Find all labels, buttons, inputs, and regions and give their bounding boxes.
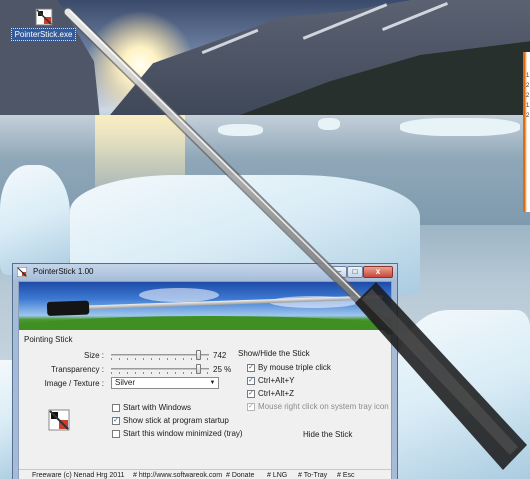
transparency-slider[interactable] bbox=[111, 364, 209, 374]
window-client-area: Pointing Stick Size : 742 Transparency :… bbox=[18, 281, 392, 479]
ctrl-alt-y-checkbox[interactable]: ✓ Ctrl+Alt+Y bbox=[247, 376, 387, 386]
background-window-text: 1 bbox=[526, 103, 530, 109]
checkbox-box bbox=[112, 404, 120, 412]
desktop-icon-pointerstick[interactable]: PointerStick.exe bbox=[6, 8, 81, 46]
start-with-windows-checkbox[interactable]: Start with Windows bbox=[112, 403, 232, 413]
background-window-text: 1 bbox=[526, 73, 530, 79]
checkbox-box bbox=[112, 430, 120, 438]
ctrl-alt-z-checkbox[interactable]: ✓ Ctrl+Alt+Z bbox=[247, 389, 387, 399]
transparency-label: Transparency : bbox=[50, 365, 104, 374]
start-minimized-checkbox[interactable]: Start this window minimized (tray) bbox=[112, 429, 243, 439]
website-link[interactable]: # http://www.softwareok.com bbox=[133, 470, 222, 479]
checkbox-box: ✓ bbox=[247, 390, 255, 398]
close-button[interactable]: x bbox=[363, 266, 393, 278]
checkbox-box: ✓ bbox=[247, 403, 255, 411]
ice-floe bbox=[318, 118, 340, 130]
size-slider-ticks bbox=[111, 358, 209, 360]
pointing-stick-group-label: Pointing Stick bbox=[24, 335, 73, 344]
hide-the-stick-button[interactable]: Hide the Stick bbox=[303, 430, 352, 439]
background-window-text: 2 bbox=[526, 83, 530, 89]
stick-preview-banner bbox=[19, 282, 391, 330]
pointerstick-icon bbox=[17, 267, 27, 277]
checkbox-label: By mouse triple click bbox=[258, 363, 331, 372]
pointerstick-icon bbox=[35, 8, 52, 26]
banner-hill bbox=[19, 316, 391, 330]
checkbox-label: Mouse right click on system tray icon bbox=[258, 402, 389, 411]
ice-floe bbox=[218, 124, 263, 136]
checkbox-label: Start with Windows bbox=[123, 403, 192, 412]
checkbox-label: Show stick at program startup bbox=[123, 416, 229, 425]
chevron-down-icon: ▼ bbox=[209, 380, 216, 386]
texture-select-value: Silver bbox=[115, 378, 136, 387]
size-slider-thumb[interactable] bbox=[196, 350, 202, 360]
background-window-edge[interactable]: 1 2 2 1 2 bbox=[523, 52, 530, 212]
pointerstick-window: PointerStick 1.00 – □ x Pointing Stick S… bbox=[12, 263, 398, 479]
iceberg bbox=[0, 165, 70, 275]
esc-link[interactable]: # Esc bbox=[337, 470, 355, 479]
freeware-notice: Freeware (c) Nenad Hrg 2011 bbox=[32, 472, 125, 479]
desktop-icon-label: PointerStick.exe bbox=[10, 28, 77, 41]
background-window-text: 2 bbox=[526, 113, 530, 119]
ice-floe bbox=[400, 118, 520, 136]
stick-preview-rod bbox=[83, 295, 383, 310]
checkbox-label: Ctrl+Alt+Y bbox=[258, 376, 295, 385]
checkbox-label: Ctrl+Alt+Z bbox=[258, 389, 295, 398]
checkbox-box: ✓ bbox=[247, 377, 255, 385]
size-slider-track bbox=[111, 354, 209, 356]
triple-click-checkbox[interactable]: ✓ By mouse triple click bbox=[247, 363, 387, 373]
tray-right-click-checkbox[interactable]: ✓ Mouse right click on system tray icon bbox=[247, 402, 392, 412]
maximize-button[interactable]: □ bbox=[347, 266, 363, 278]
transparency-value: 25 % bbox=[213, 365, 232, 374]
language-link[interactable]: # LNG bbox=[267, 470, 287, 479]
texture-select[interactable]: Silver ▼ bbox=[111, 377, 219, 389]
size-value: 742 bbox=[213, 351, 227, 360]
minimize-button[interactable]: – bbox=[331, 266, 347, 278]
window-title: PointerStick 1.00 bbox=[33, 267, 94, 276]
iceberg bbox=[395, 310, 530, 479]
show-stick-at-startup-checkbox[interactable]: ✓ Show stick at program startup bbox=[112, 416, 242, 426]
checkbox-label: Start this window minimized (tray) bbox=[123, 429, 243, 438]
donate-link[interactable]: # Donate bbox=[226, 470, 254, 479]
transparency-slider-ticks bbox=[111, 372, 209, 374]
stick-preview-grip bbox=[46, 300, 90, 316]
checkbox-box: ✓ bbox=[112, 417, 120, 425]
status-bar: Freeware (c) Nenad Hrg 2011 # http://www… bbox=[19, 469, 391, 479]
background-window-text: 2 bbox=[526, 93, 530, 99]
checkbox-box: ✓ bbox=[247, 364, 255, 372]
image-texture-label: Image / Texture : bbox=[44, 379, 104, 388]
to-tray-link[interactable]: # To-Tray bbox=[298, 470, 327, 479]
transparency-slider-thumb[interactable] bbox=[196, 364, 202, 374]
transparency-slider-track bbox=[111, 368, 209, 370]
pointerstick-icon bbox=[48, 409, 70, 431]
size-label: Size : bbox=[83, 351, 104, 360]
show-hide-group-label: Show/Hide the Stick bbox=[238, 349, 310, 358]
size-slider[interactable] bbox=[111, 350, 209, 360]
title-bar[interactable]: PointerStick 1.00 – □ x bbox=[13, 264, 397, 280]
